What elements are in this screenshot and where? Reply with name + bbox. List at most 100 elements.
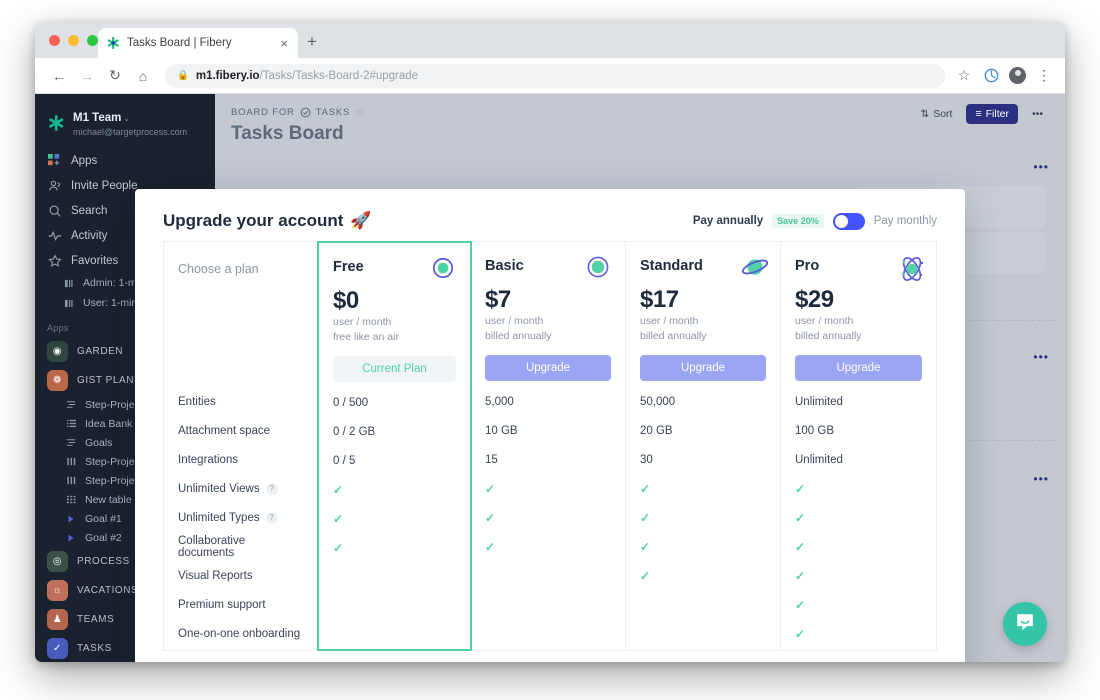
new-tab-button[interactable]: + — [307, 33, 317, 50]
plan-price: $17 — [640, 286, 679, 313]
address-bar[interactable]: 🔒 m1.fibery.io/Tasks/Tasks-Board-2#upgra… — [165, 63, 945, 88]
activity-pulse-icon — [47, 228, 62, 243]
url-path: /Tasks/Tasks-Board-2#upgrade — [259, 69, 419, 82]
bookmark-star-icon[interactable]: ☆ — [955, 67, 973, 85]
check-icon: ✓ — [333, 511, 344, 526]
board-toolbar: ⇅ Sort ≡ Filter ••• — [914, 104, 1049, 124]
plan-value-cell: 0 / 5 — [319, 446, 470, 475]
pay-monthly-label[interactable]: Pay monthly — [874, 215, 937, 227]
browser-tab[interactable]: Tasks Board | Fibery × — [98, 28, 298, 58]
plan-value-cell: 0 / 500 — [319, 388, 470, 417]
sidebar-item-label: User: 1-min — [83, 297, 138, 309]
feature-value: 5,000 — [485, 395, 514, 408]
fibery-logo-icon — [47, 114, 65, 132]
upgrade-button-basic[interactable]: Upgrade — [485, 355, 611, 381]
plan-name-row: Basic — [485, 256, 611, 280]
feature-row: Premium support — [164, 590, 317, 619]
window-traffic-lights[interactable] — [49, 35, 98, 46]
list-view-icon — [65, 399, 77, 411]
plan-value-cell: 0 / 2 GB — [319, 417, 470, 446]
plan-value-cell — [319, 620, 470, 649]
lock-icon: 🔒 — [177, 70, 189, 81]
breadcrumb-app[interactable]: TASKS — [316, 107, 350, 118]
close-icon[interactable]: × — [278, 37, 290, 50]
home-icon[interactable]: ⌂ — [131, 64, 155, 88]
sidebar-item-label: GARDEN — [77, 346, 124, 357]
plan-column-basic[interactable]: Basic $7 user / month billed annually Up… — [471, 242, 626, 650]
plan-value-cell: Unlimited — [781, 387, 936, 416]
plan-name: Basic — [485, 258, 524, 274]
qa-heading: Q&A — [135, 651, 965, 662]
sidebar-item-label: TEAMS — [77, 614, 115, 625]
feature-label: Unlimited Types — [178, 511, 260, 524]
plan-value-cell: ✓ — [781, 561, 936, 590]
choose-a-plan-label: Choose a plan — [178, 262, 259, 276]
feature-value: 0 / 5 — [333, 454, 356, 467]
board-icon — [63, 277, 75, 289]
forward-icon[interactable]: → — [75, 64, 99, 88]
plan-column-standard[interactable]: Standard $17 user / month billed annuall… — [626, 242, 781, 650]
check-icon: ✓ — [640, 568, 651, 583]
workspace-switcher[interactable]: M1 Team ⌄ michael@targetprocess.com — [35, 102, 215, 148]
plan-value-cell: 30 — [626, 445, 780, 474]
user-email: michael@targetprocess.com — [73, 127, 188, 137]
plan-value-cell: ✓ — [626, 503, 780, 532]
browser-menu-icon[interactable]: ⋮ — [1035, 67, 1053, 85]
filter-button[interactable]: ≡ Filter — [966, 104, 1018, 124]
plan-value-cell — [319, 562, 470, 591]
feature-label: Entities — [178, 395, 216, 408]
url-host: m1.fibery.io — [195, 69, 260, 82]
plan-value-cell: ✓ — [626, 561, 780, 590]
plan-name: Free — [333, 259, 364, 275]
minimize-window-button[interactable] — [68, 35, 79, 46]
tab-title: Tasks Board | Fibery — [127, 37, 232, 49]
column-menu-button[interactable]: ••• — [1033, 160, 1049, 174]
plan-column-free[interactable]: Free $0 user / month free like an air Cu… — [317, 241, 472, 651]
radio-selected-icon[interactable] — [430, 255, 456, 281]
profile-avatar-icon[interactable] — [1009, 67, 1026, 84]
billing-toggle-switch[interactable] — [832, 212, 865, 230]
plan-name-row: Free — [333, 257, 456, 281]
maximize-window-button[interactable] — [87, 35, 98, 46]
feature-value: 20 GB — [640, 424, 673, 437]
plan-column-pro[interactable]: Pro $29 user / month billed annually Upg… — [781, 242, 936, 650]
sort-button[interactable]: ⇅ Sort — [914, 104, 958, 124]
plan-header-basic: Basic $7 user / month billed annually Up… — [471, 242, 625, 387]
sidebar-item-label: Goal #2 — [85, 531, 122, 544]
feature-value: Unlimited — [795, 453, 843, 466]
list-view-icon — [65, 437, 77, 449]
feature-row: Unlimited Types? — [164, 503, 317, 532]
feature-value: Unlimited — [795, 395, 843, 408]
plan-value-cell: ✓ — [319, 504, 470, 533]
intercom-launcher-button[interactable] — [1003, 602, 1047, 646]
plan-value-cell: 20 GB — [626, 416, 780, 445]
back-icon[interactable]: ← — [47, 64, 71, 88]
plan-value-cell — [471, 619, 625, 648]
pay-annually-label[interactable]: Pay annually — [693, 215, 763, 227]
feature-row: Attachment space — [164, 416, 317, 445]
sidebar-item-apps[interactable]: Apps — [35, 148, 215, 173]
teams-avatar-icon: ♟ — [47, 609, 68, 630]
upgrade-button-standard[interactable]: Upgrade — [640, 355, 766, 381]
star-outline-icon[interactable]: ☆ — [355, 106, 366, 119]
column-menu-button[interactable]: ••• — [1033, 350, 1049, 364]
help-icon[interactable]: ? — [265, 482, 278, 495]
plan-value-cell — [626, 590, 780, 619]
chevron-down-icon[interactable]: ⌄ — [123, 114, 130, 123]
sidebar-item-label: Idea Bank — [85, 417, 133, 430]
upgrade-button-pro[interactable]: Upgrade — [795, 355, 922, 381]
feature-label: One-on-one onboarding — [178, 627, 301, 640]
reload-icon[interactable]: ↻ — [103, 64, 127, 88]
check-icon: ✓ — [795, 539, 806, 554]
help-icon[interactable]: ? — [265, 511, 278, 524]
close-window-button[interactable] — [49, 35, 60, 46]
feature-label: Unlimited Views — [178, 482, 260, 495]
browser-tabstrip: Tasks Board | Fibery × + — [35, 22, 1065, 58]
feature-label: Visual Reports — [178, 569, 253, 582]
column-menu-button[interactable]: ••• — [1033, 472, 1049, 486]
plan-unit: user / month — [485, 315, 544, 327]
board-more-button[interactable]: ••• — [1026, 104, 1049, 124]
check-icon: ✓ — [333, 540, 344, 555]
extension-icon[interactable] — [982, 67, 1000, 85]
sort-label: Sort — [933, 108, 953, 120]
